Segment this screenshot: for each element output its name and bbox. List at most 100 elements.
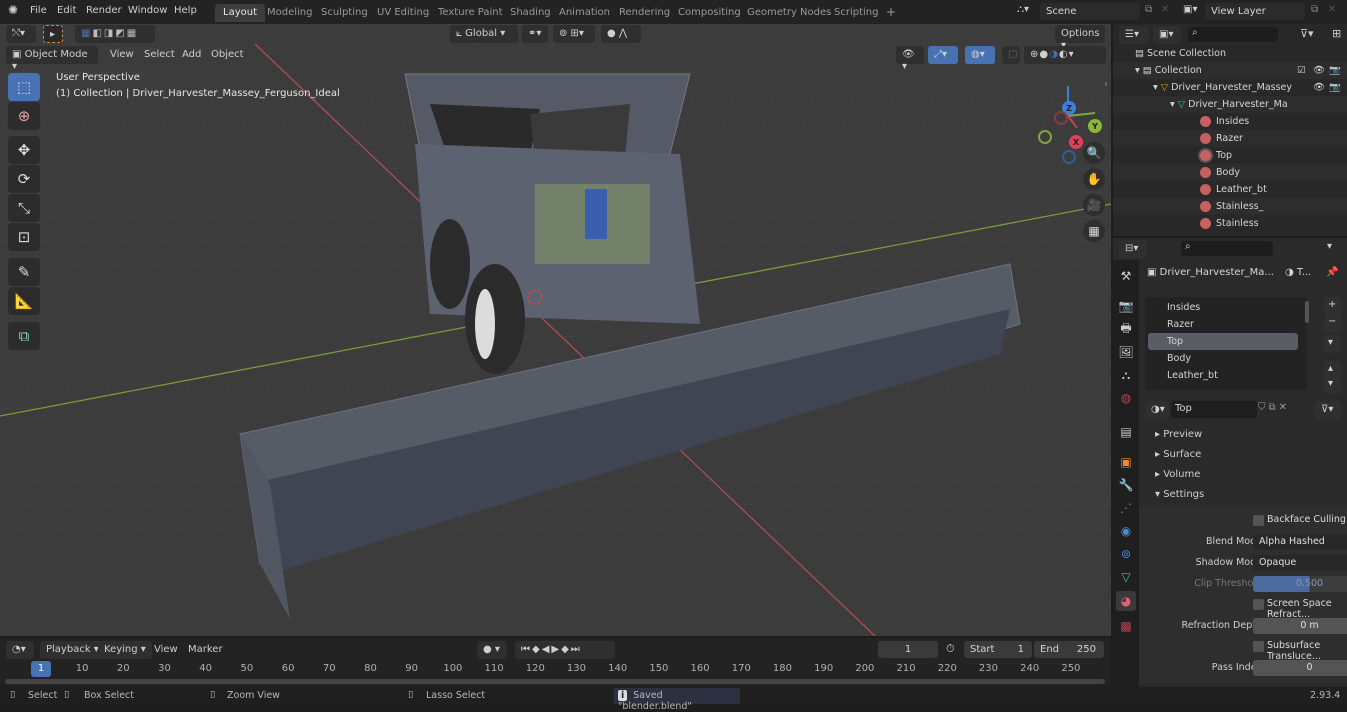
view-layer-tab-icon[interactable]: 🖼 — [1116, 342, 1136, 362]
scene-tab-icon[interactable]: ⛬ — [1116, 365, 1136, 385]
outliner-material[interactable]: Insides — [1113, 113, 1347, 130]
select-box-tool-icon[interactable]: ⬚ — [8, 73, 40, 101]
move-tool-icon[interactable]: ✥ — [8, 136, 40, 164]
keying-menu[interactable]: Keying ▾ — [98, 641, 152, 659]
section-preview[interactable]: ▸ Preview — [1143, 425, 1345, 445]
cursor-tool-icon[interactable]: ⊕ — [8, 102, 40, 130]
backface-culling-checkbox[interactable] — [1253, 515, 1264, 526]
menu-render[interactable]: Render — [86, 5, 122, 16]
gizmo-y-axis[interactable]: Y — [1088, 119, 1102, 133]
clip-threshold-slider[interactable]: 0.500 — [1253, 576, 1347, 592]
view-layer-field[interactable]: View Layer — [1205, 3, 1305, 20]
tab-compositing[interactable]: Compositing — [670, 4, 749, 22]
physics-tab-icon[interactable]: ◉ — [1116, 521, 1136, 541]
3d-viewport[interactable]: ▣ Object Mode ▾ View Select Add Object ⤲… — [0, 24, 1111, 636]
gizmo-neg-y[interactable] — [1038, 130, 1052, 144]
proportional-edit-icon[interactable]: ● ⋀ — [601, 25, 641, 43]
ortho-grid-icon[interactable]: ▦ — [1083, 220, 1105, 242]
slot-specials-button[interactable]: ▾ — [1324, 335, 1341, 353]
section-surface[interactable]: ▸ Surface — [1143, 445, 1345, 465]
section-settings[interactable]: ▾ Settings — [1143, 485, 1345, 505]
remove-slot-button[interactable]: − — [1324, 314, 1341, 332]
particles-tab-icon[interactable]: ⋰ — [1116, 498, 1136, 518]
render-tab-icon[interactable]: 📷 — [1116, 296, 1136, 316]
viewport-menu-object[interactable]: Object — [205, 46, 250, 64]
section-volume[interactable]: ▸ Volume — [1143, 465, 1345, 485]
gizmo-neg-z[interactable] — [1062, 150, 1076, 164]
transform-orientation-dropdown[interactable]: ⟀ Global ▾ — [450, 25, 518, 43]
selection-mode-icons[interactable]: ▦◧◨◩▦ — [75, 25, 155, 43]
xray-icon[interactable]: ▢ — [1002, 46, 1020, 64]
blender-logo-icon[interactable]: ✺ — [8, 3, 18, 17]
outliner-material[interactable]: Stainless — [1113, 215, 1347, 232]
end-frame-field[interactable]: End 250 — [1034, 641, 1104, 658]
delete-scene-icon[interactable]: ✕ — [1161, 4, 1169, 15]
current-frame-field[interactable]: 1 — [878, 641, 938, 658]
visibility-icon[interactable]: 👁▾ — [896, 46, 924, 72]
snap-icon[interactable]: ⊚ ⊞▾ — [553, 25, 595, 43]
shading-mode-icons[interactable]: ⊕●◑◐▾ — [1024, 46, 1106, 64]
blend-mode-dropdown[interactable]: Alpha Hashed⌄ — [1253, 534, 1347, 550]
outliner-search-input[interactable] — [1188, 27, 1278, 42]
object-mode-dropdown[interactable]: ▣ Object Mode ▾ — [6, 46, 98, 72]
pass-index-field[interactable]: 0 — [1253, 660, 1347, 676]
properties-search-input[interactable] — [1181, 241, 1273, 256]
display-mode-icon[interactable]: ▣▾ — [1153, 26, 1181, 44]
timeline-type-icon[interactable]: ◔▾ — [6, 641, 34, 659]
scene-field[interactable]: Scene — [1040, 3, 1140, 20]
stopwatch-icon[interactable]: ⏱ — [946, 642, 955, 656]
texture-tab-icon[interactable]: ▩ — [1116, 616, 1136, 636]
timeline-scrollbar[interactable] — [5, 679, 1105, 684]
add-slot-button[interactable]: + — [1324, 297, 1341, 315]
tab-modeling[interactable]: Modeling — [259, 4, 321, 22]
new-collection-icon[interactable]: ⊞ — [1332, 27, 1341, 40]
gizmo-x-axis[interactable]: X — [1069, 135, 1083, 149]
output-tab-icon[interactable]: 🖶 — [1116, 319, 1136, 339]
material-tab-icon[interactable]: ◕ — [1116, 591, 1136, 611]
outliner-material[interactable]: Razer — [1113, 130, 1347, 147]
outliner-scene-collection[interactable]: ▤ Scene Collection — [1113, 45, 1347, 62]
menu-edit[interactable]: Edit — [57, 5, 76, 16]
filter-icon[interactable]: ⊽▾ — [1300, 27, 1314, 40]
material-slot-list[interactable]: Insides Razer Top Body Leather_bt — [1145, 297, 1309, 390]
material-slot[interactable]: Body — [1145, 350, 1305, 367]
outliner-type-icon[interactable]: ☰▾ — [1119, 26, 1149, 44]
world-tab-icon[interactable]: ◍ — [1116, 388, 1136, 408]
camera-icon[interactable]: 📷 — [1329, 79, 1341, 96]
sidebar-toggle-icon[interactable]: ‹ — [1104, 79, 1108, 90]
outliner-material[interactable]: Leather_bt — [1113, 181, 1347, 198]
camera-view-icon[interactable]: 🎥 — [1083, 194, 1105, 216]
outliner-material[interactable]: Stainless_ — [1113, 198, 1347, 215]
refraction-depth-field[interactable]: 0 m — [1253, 618, 1347, 634]
scene-icon[interactable]: ⛬▾ — [1017, 4, 1029, 15]
eye-icon[interactable]: 👁 — [1313, 62, 1325, 79]
data-tab-icon[interactable]: ▽ — [1116, 567, 1136, 587]
viewport-menu-add[interactable]: Add — [176, 46, 207, 64]
options-dropdown[interactable]: Options ▾ — [1055, 25, 1105, 51]
exclude-checkbox[interactable]: ☑ — [1297, 62, 1306, 79]
material-name-field[interactable]: Top — [1171, 401, 1257, 418]
timeline-marker-menu[interactable]: Marker — [182, 641, 229, 659]
outliner-material[interactable]: Top — [1113, 147, 1347, 164]
playback-menu[interactable]: Playback ▾ — [40, 641, 105, 659]
tab-geometry-nodes[interactable]: Geometry Nodes — [739, 4, 839, 22]
subsurface-translucency-checkbox[interactable] — [1253, 641, 1264, 652]
start-frame-field[interactable]: Start 1 — [964, 641, 1032, 658]
overlay-toggle-icon[interactable]: ◍▾ — [965, 46, 995, 64]
menu-window[interactable]: Window — [128, 5, 167, 16]
material-slot[interactable]: Leather_bt — [1145, 367, 1305, 384]
rotate-tool-icon[interactable]: ⟳ — [8, 165, 40, 193]
scale-tool-icon[interactable]: ⤡ — [8, 194, 40, 222]
zoom-view-icon[interactable]: 🔍 — [1083, 142, 1105, 164]
outliner-collection[interactable]: ▾ ▤ Collection ☑ 👁 📷 — [1113, 62, 1347, 79]
material-datablock-icons[interactable]: ⛉⧉✕ — [1258, 402, 1290, 413]
editor-type-icon[interactable]: ⤲▾ — [6, 25, 36, 43]
copy-view-layer-icon[interactable]: ⧉ — [1311, 4, 1318, 15]
camera-icon[interactable]: 📷 — [1329, 62, 1341, 79]
outliner-object[interactable]: ▾ ▽ Driver_Harvester_Massey 👁 📷 — [1113, 79, 1347, 96]
gizmo-neg-x[interactable] — [1054, 111, 1068, 125]
outliner-mesh[interactable]: ▾ ▽ Driver_Harvester_Ma — [1113, 96, 1347, 113]
select-tool-icon[interactable]: ▸ — [43, 25, 63, 43]
tab-sculpting[interactable]: Sculpting — [313, 4, 376, 22]
move-slot-down-button[interactable]: ▾ — [1324, 376, 1341, 394]
